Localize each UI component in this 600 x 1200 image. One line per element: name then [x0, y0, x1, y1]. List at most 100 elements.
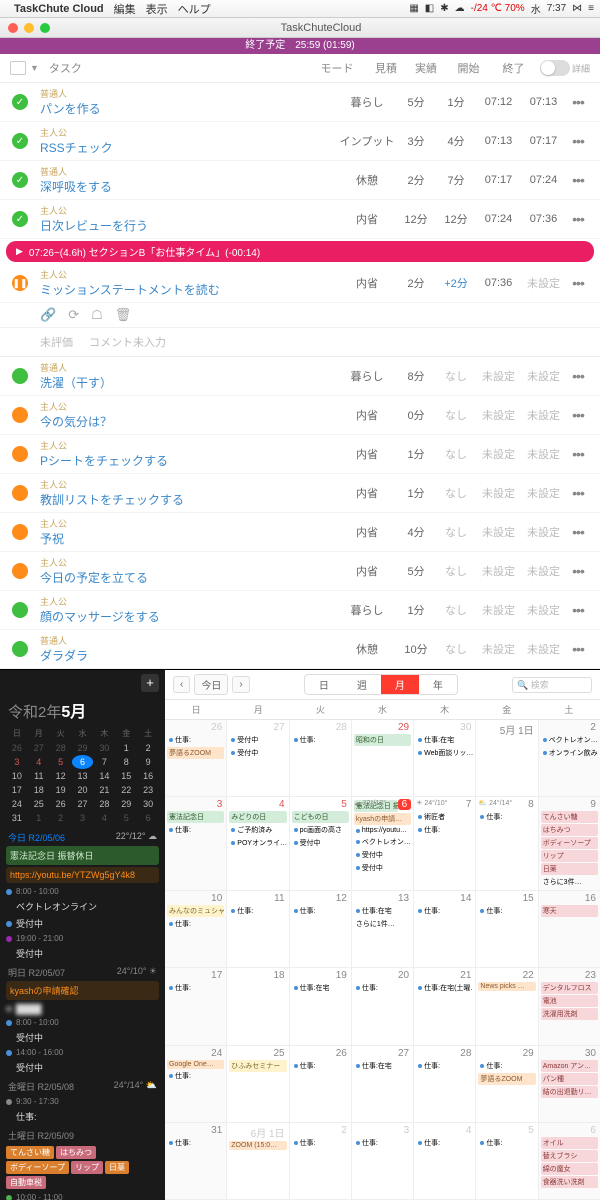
- calendar-event[interactable]: さらに1件…: [354, 918, 411, 930]
- day-cell[interactable]: 20仕事:: [352, 968, 414, 1044]
- calendar-event[interactable]: 仕事:: [416, 824, 473, 836]
- day-cell[interactable]: ☁ 22°/12°6憲法記念日 振…kyashの申請…https://youtu…: [352, 797, 414, 890]
- calendar-event[interactable]: 仕事:: [167, 734, 224, 746]
- calendar-event[interactable]: さらに3件…: [541, 876, 598, 888]
- day-cell[interactable]: 29昭和の日: [352, 720, 414, 796]
- prev-button[interactable]: ‹: [173, 676, 190, 693]
- status-icon[interactable]: [12, 446, 28, 462]
- tag[interactable]: リップ: [71, 1161, 103, 1174]
- calendar-event[interactable]: オンライン飲み…: [541, 747, 598, 759]
- calendar-event[interactable]: 受付中: [229, 734, 286, 746]
- event-item[interactable]: 19:00 - 21:00: [6, 932, 159, 945]
- calendar-event[interactable]: 仕事:: [292, 905, 349, 917]
- status-icon[interactable]: [12, 641, 28, 657]
- today-button[interactable]: 今日: [194, 674, 228, 695]
- calendar-event[interactable]: みどりの日: [229, 811, 286, 823]
- day-cell[interactable]: 15仕事:: [476, 891, 538, 967]
- task-row[interactable]: ✓普通人深呼吸をする休憩2分7分07:1707:24•••: [0, 161, 600, 200]
- calendar-event[interactable]: リップ: [541, 850, 598, 862]
- day-cell[interactable]: 31仕事:: [165, 1123, 227, 1199]
- event-item[interactable]: 8:00 - 10:00: [6, 885, 159, 898]
- more-icon[interactable]: •••: [566, 524, 590, 540]
- day-cell[interactable]: 12仕事:: [290, 891, 352, 967]
- day-cell[interactable]: 23デンタルフロス電池洗濯用洗剤: [539, 968, 600, 1044]
- calendar-event[interactable]: みんなのミュシャ: [167, 905, 224, 917]
- calendar-event[interactable]: 仕事:: [292, 1060, 349, 1072]
- day-cell[interactable]: 28仕事:: [290, 720, 352, 796]
- calendar-event[interactable]: デンタルフロス: [541, 982, 598, 994]
- event-item[interactable]: 9:30 - 17:30: [6, 1095, 159, 1108]
- view-segmented-control[interactable]: 日 週 月 年: [304, 674, 458, 695]
- calendar-event[interactable]: パン種: [541, 1073, 598, 1085]
- day-cell[interactable]: 29仕事:夢語るZOOM: [476, 1046, 538, 1122]
- calendar-event[interactable]: 仕事:: [167, 1137, 224, 1149]
- section-bar[interactable]: ▶07:26~(4.6h) セクションB「お仕事タイム」(-00:14): [6, 241, 594, 262]
- seg-month[interactable]: 月: [381, 675, 419, 694]
- task-row[interactable]: 普通人ダラダラ休憩10分なし未設定未設定•••: [0, 630, 600, 669]
- calendar-event[interactable]: てんさい糖: [541, 811, 598, 823]
- calendar-event[interactable]: 替えブラシ: [541, 1150, 598, 1162]
- calendar-event[interactable]: 仕事:: [292, 1137, 349, 1149]
- task-row[interactable]: 主人公教訓リストをチェックする内省1分なし未設定未設定•••: [0, 474, 600, 513]
- day-cell[interactable]: 5仕事:: [476, 1123, 538, 1199]
- menu-view[interactable]: 表示: [146, 1, 168, 17]
- calendar-event[interactable]: 寒天: [541, 905, 598, 917]
- detail-toggle[interactable]: [540, 60, 570, 76]
- event-item[interactable]: 受付中: [6, 915, 159, 932]
- calendar-event[interactable]: 仕事:: [292, 734, 349, 746]
- calendar-event[interactable]: 受付中: [354, 862, 411, 874]
- day-cell[interactable]: 10みんなのミュシャ仕事:: [165, 891, 227, 967]
- tag[interactable]: 自動車税: [6, 1176, 46, 1189]
- search-input[interactable]: 🔍 検索: [512, 677, 592, 693]
- calendar-event[interactable]: News picks …: [478, 982, 535, 991]
- status-icon[interactable]: ✓: [12, 94, 28, 110]
- calendar-event[interactable]: 仕事:: [416, 1137, 473, 1149]
- day-cell[interactable]: 27仕事:在宅: [352, 1046, 414, 1122]
- more-icon[interactable]: •••: [566, 485, 590, 501]
- day-cell[interactable]: 21仕事:在宅(土曜…: [414, 968, 476, 1044]
- calendar-event[interactable]: Google One…: [167, 1060, 224, 1069]
- day-cell[interactable]: 3憲法記念日仕事:: [165, 797, 227, 890]
- tag[interactable]: てんさい糖: [6, 1146, 54, 1159]
- event-item[interactable]: 14:00 - 16:00: [6, 1046, 159, 1059]
- calendar-event[interactable]: 仕事:在宅: [354, 1060, 411, 1072]
- calendar-event[interactable]: ご予約済み: [229, 824, 286, 836]
- day-cell[interactable]: 14仕事:: [414, 891, 476, 967]
- calendar-event[interactable]: 仕事:: [167, 982, 224, 994]
- calendar-event[interactable]: 昭和の日: [354, 734, 411, 746]
- mini-calendar[interactable]: 日月火水木金土 26272829301234567891011121314151…: [0, 726, 165, 825]
- select-all-checkbox[interactable]: [10, 61, 26, 75]
- traffic-lights[interactable]: [8, 23, 50, 33]
- more-icon[interactable]: •••: [566, 211, 590, 227]
- month-grid[interactable]: 26仕事:夢語るZOOM27受付中受付中28仕事:29昭和の日30仕事:在宅We…: [165, 720, 600, 1200]
- app-name[interactable]: TaskChute Cloud: [14, 3, 104, 15]
- calendar-event[interactable]: 仕事:: [229, 905, 286, 917]
- calendar-event[interactable]: 食器洗い洗剤: [541, 1176, 598, 1188]
- day-cell[interactable]: 11仕事:: [227, 891, 289, 967]
- calendar-event[interactable]: 電池: [541, 995, 598, 1007]
- comment-row[interactable]: 未評価コメント未入力: [0, 328, 600, 357]
- tag[interactable]: 日薬: [105, 1161, 129, 1174]
- day-cell[interactable]: 13仕事:在宅さらに1件…: [352, 891, 414, 967]
- more-icon[interactable]: •••: [566, 407, 590, 423]
- calendar-event[interactable]: 仕事:在宅(土曜…: [416, 982, 473, 994]
- refresh-icon[interactable]: ⟳: [68, 307, 79, 323]
- seg-week[interactable]: 週: [343, 675, 381, 694]
- maximize-icon[interactable]: [40, 23, 50, 33]
- day-cell[interactable]: 6オイル替えブラシ綿の魔女食器洗い洗剤: [539, 1123, 600, 1199]
- day-cell[interactable]: 17仕事:: [165, 968, 227, 1044]
- task-row[interactable]: 主人公今の気分は？内省0分なし未設定未設定•••: [0, 396, 600, 435]
- calendar-event[interactable]: ひふみセミナー: [229, 1060, 286, 1072]
- tag[interactable]: はちみつ: [56, 1146, 96, 1159]
- day-cell[interactable]: 4仕事:: [414, 1123, 476, 1199]
- menu-edit[interactable]: 編集: [114, 1, 136, 17]
- calendar-event[interactable]: 仕事:: [167, 1070, 224, 1082]
- day-cell[interactable]: 25ひふみセミナー: [227, 1046, 289, 1122]
- status-icon[interactable]: ✓: [12, 211, 28, 227]
- event-item[interactable]: 10:00 - 11:00: [6, 1191, 159, 1200]
- task-row[interactable]: 普通人洗濯（干す）暮らし8分なし未設定未設定•••: [0, 357, 600, 396]
- calendar-event[interactable]: ボディーソープ: [541, 837, 598, 849]
- more-icon[interactable]: •••: [566, 275, 590, 291]
- status-icon[interactable]: [12, 485, 28, 501]
- day-cell[interactable]: 19仕事:在宅: [290, 968, 352, 1044]
